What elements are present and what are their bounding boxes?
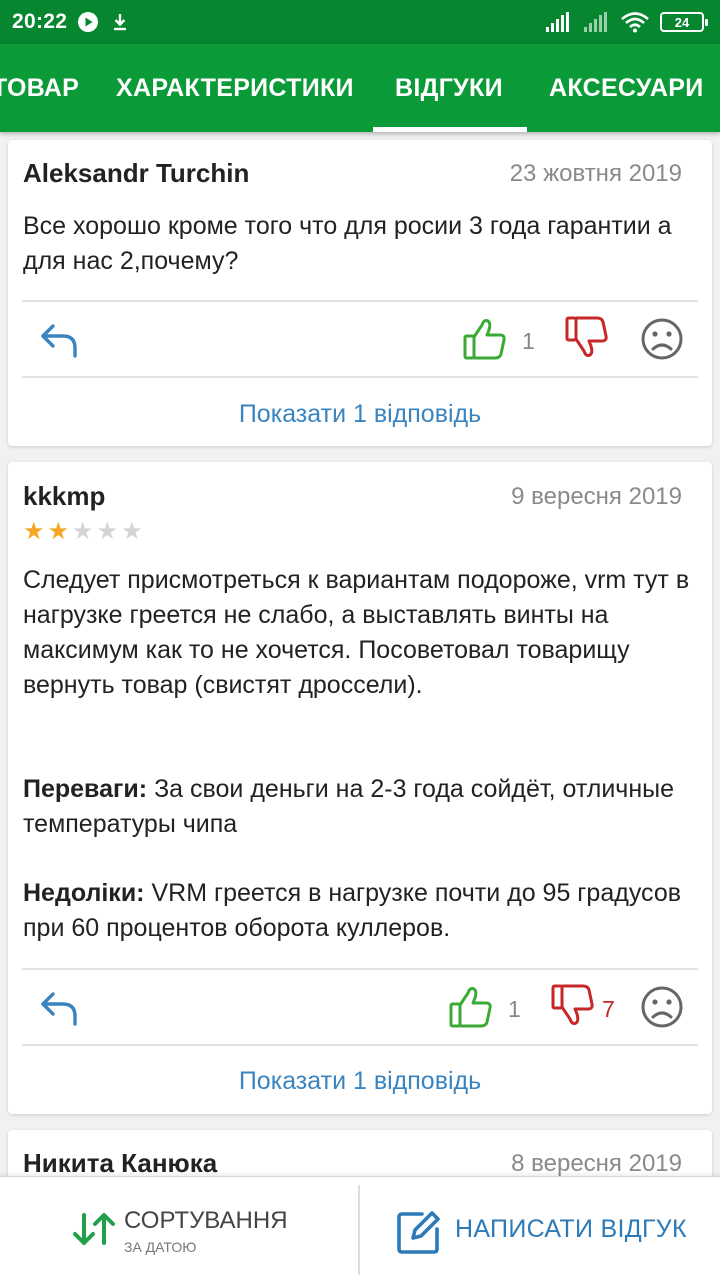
signal-icon [546, 12, 569, 32]
thumbs-down-icon[interactable] [564, 314, 610, 360]
review-text: Следует присмотреться к вариантам подоро… [23, 566, 690, 699]
sort-label: СОРТУВАННЯ [124, 1207, 288, 1234]
show-replies-link[interactable]: Показати 1 відповідь [8, 400, 712, 429]
sad-face-icon[interactable] [640, 985, 684, 1029]
tab-specifications[interactable]: ХАРАКТЕРИСТИКИ [116, 44, 354, 132]
sort-button[interactable]: СОРТУВАННЯ ЗА ДАТОЮ [0, 1177, 358, 1280]
reply-icon[interactable] [38, 319, 80, 361]
status-time: 20:22 [12, 10, 68, 33]
like-count: 1 [508, 996, 521, 1022]
star-empty-icon: ★ [96, 518, 119, 545]
review-pros: Переваги: За свои деньги на 2-3 года сой… [23, 772, 693, 842]
review-text: Все хорошо кроме того что для росии 3 го… [23, 212, 672, 275]
divider [22, 376, 698, 378]
wifi-icon [621, 12, 649, 33]
play-icon [78, 12, 99, 32]
status-bar: 20:22 24 [0, 0, 720, 44]
thumbs-down-icon[interactable] [550, 982, 596, 1028]
review-author: Aleksandr Turchin [23, 158, 250, 188]
tab-accessories[interactable]: АКСЕСУАРИ [549, 44, 704, 132]
bottom-bar: СОРТУВАННЯ ЗА ДАТОЮ НАПИСАТИ ВІДГУК [0, 1176, 720, 1280]
review-date: 23 жовтня 2019 [509, 160, 682, 187]
sort-arrows-icon [73, 1213, 115, 1245]
rating-stars: ★ ★ ★ ★ ★ [23, 520, 143, 544]
tab-reviews[interactable]: ВІДГУКИ [395, 44, 503, 132]
show-replies-link[interactable]: Показати 1 відповідь [8, 1067, 712, 1096]
star-filled-icon: ★ [23, 518, 45, 545]
pros-label: Переваги: [23, 775, 148, 803]
review-date: 9 вересня 2019 [511, 483, 682, 510]
review-date: 8 вересня 2019 [511, 1150, 682, 1177]
download-icon [114, 14, 127, 31]
star-empty-icon: ★ [72, 518, 94, 545]
review-actions: 1 [8, 302, 712, 376]
write-review-label: НАПИСАТИ ВІДГУК [455, 1215, 687, 1243]
review-author: kkkmp [23, 481, 106, 511]
sad-face-icon[interactable] [640, 317, 684, 361]
review-actions: 1 7 [8, 970, 712, 1044]
thumbs-up-icon[interactable] [448, 984, 494, 1030]
write-review-button[interactable]: НАПИСАТИ ВІДГУК [360, 1177, 720, 1280]
battery-level: 24 [674, 14, 690, 30]
sort-order-label: ЗА ДАТОЮ [124, 1239, 197, 1255]
thumbs-up-icon[interactable] [462, 316, 508, 362]
battery-icon: 24 [660, 12, 708, 32]
reply-icon[interactable] [38, 987, 80, 1029]
edit-icon [397, 1211, 440, 1254]
active-tab-indicator [373, 127, 527, 132]
dislike-count: 7 [602, 996, 615, 1022]
review-author: Никита Канюка [23, 1148, 218, 1178]
divider [22, 1044, 698, 1046]
star-filled-icon: ★ [47, 518, 70, 545]
tabs-bar: ТОВАР ХАРАКТЕРИСТИКИ ВІДГУКИ АКСЕСУАРИ [0, 44, 720, 132]
cons-label: Недоліки: [23, 879, 145, 907]
review-card: kkkmp 9 вересня 2019 ★ ★ ★ ★ ★ Следует п… [8, 462, 712, 1114]
review-cons: Недоліки: VRM греется в нагрузке почти д… [23, 876, 693, 946]
signal-icon-2 [584, 12, 607, 32]
review-card: Aleksandr Turchin 23 жовтня 2019 Все хор… [8, 140, 712, 446]
star-empty-icon: ★ [121, 518, 143, 545]
like-count: 1 [522, 328, 535, 354]
tab-product[interactable]: ТОВАР [0, 44, 79, 132]
